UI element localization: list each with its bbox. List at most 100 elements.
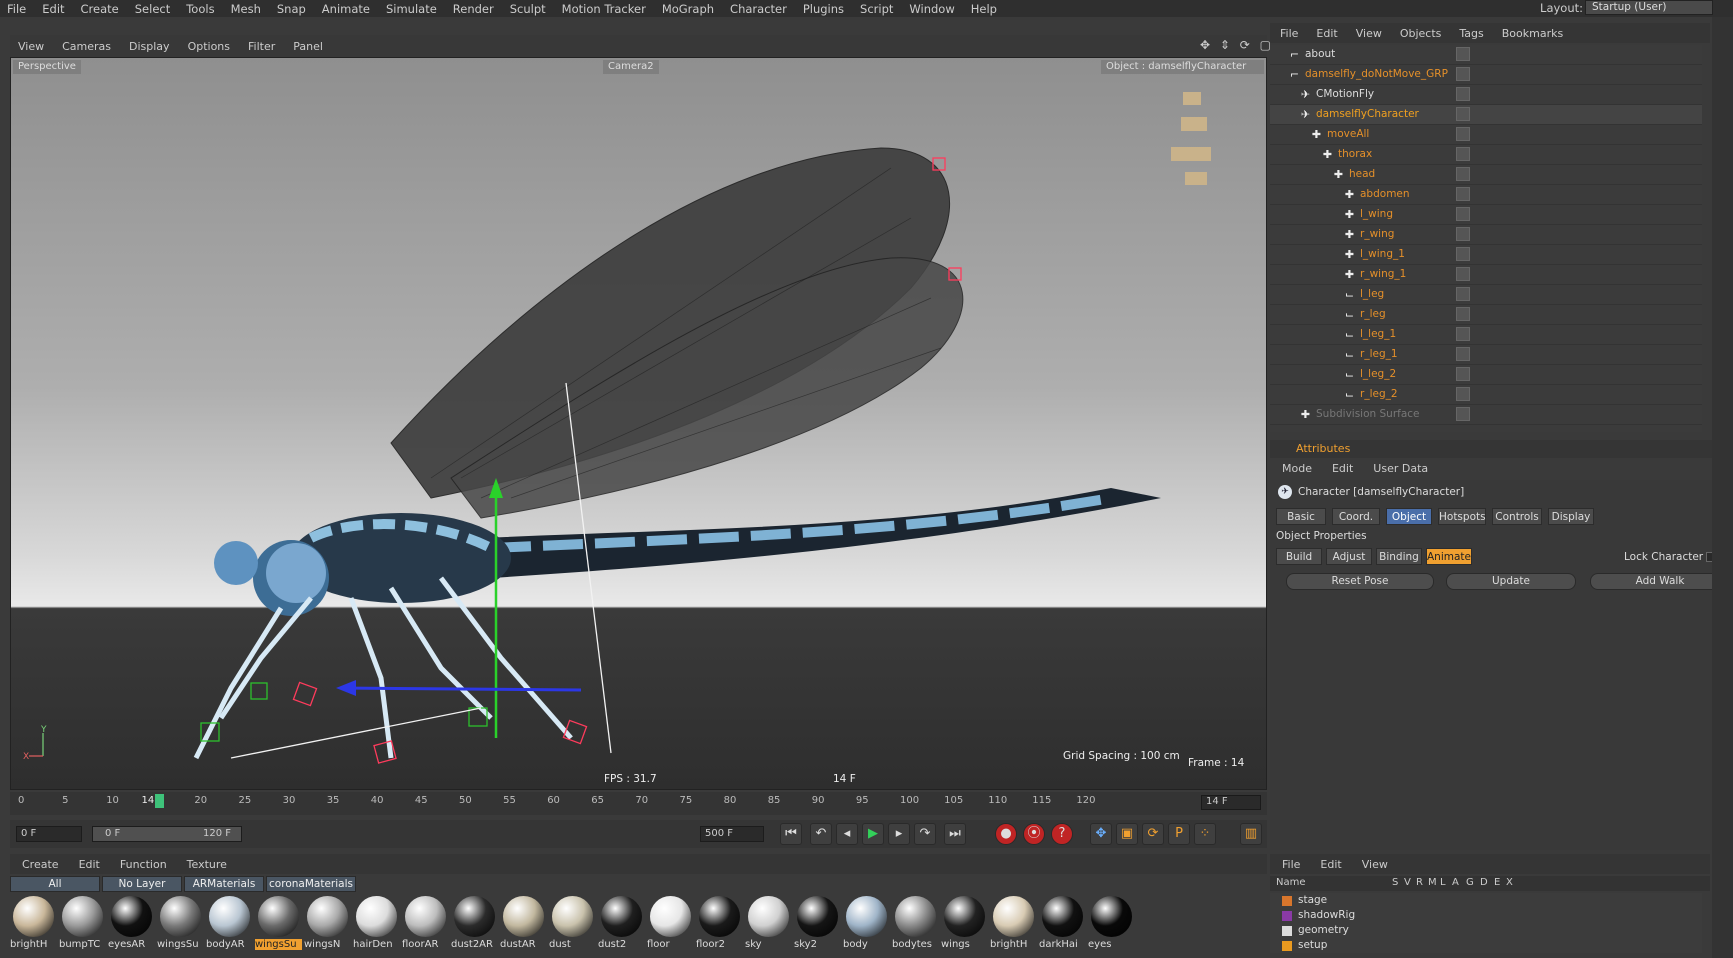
- material-menu-function[interactable]: Function: [108, 858, 175, 871]
- move-key-icon[interactable]: ✥: [1090, 823, 1112, 845]
- keyframe-selection-button[interactable]: ?: [1051, 823, 1073, 845]
- attributes-menu-edit[interactable]: Edit: [1320, 462, 1361, 475]
- step-forward-button[interactable]: ▸: [888, 823, 910, 845]
- material-tab-1[interactable]: No Layer: [102, 876, 182, 892]
- object-row[interactable]: ✚ r_wing: [1270, 225, 1702, 245]
- attr-tab-display[interactable]: Display: [1548, 508, 1594, 525]
- layer-menu-edit[interactable]: Edit: [1308, 858, 1349, 871]
- material-swatch[interactable]: dust2AR: [451, 893, 498, 958]
- material-swatch[interactable]: darkHai: [1039, 893, 1086, 958]
- object-row[interactable]: ⌙ r_leg_1: [1270, 345, 1702, 365]
- object-row[interactable]: ⌙ l_leg_2: [1270, 365, 1702, 385]
- visibility-toggle[interactable]: [1456, 107, 1470, 121]
- object-row[interactable]: ✚ l_wing_1: [1270, 245, 1702, 265]
- material-swatch[interactable]: body: [843, 893, 890, 958]
- menu-edit[interactable]: Edit: [35, 2, 73, 16]
- viewport[interactable]: Y X Perspective Camera2 Object : damself…: [10, 57, 1267, 790]
- viewport-menu-options[interactable]: Options: [180, 40, 240, 53]
- next-key-button[interactable]: ↷: [914, 823, 936, 845]
- menu-motion-tracker[interactable]: Motion Tracker: [555, 2, 655, 16]
- object-row[interactable]: ⌙ l_leg: [1270, 285, 1702, 305]
- layer-row[interactable]: shadowRig: [1270, 908, 1702, 923]
- menu-help[interactable]: Help: [964, 2, 1006, 16]
- visibility-toggle[interactable]: [1456, 387, 1470, 401]
- go-end-button[interactable]: ⏭: [944, 823, 966, 845]
- pla-key-icon[interactable]: ⁘: [1194, 823, 1216, 845]
- viewport-menu-display[interactable]: Display: [121, 40, 180, 53]
- material-swatch[interactable]: wings: [941, 893, 988, 958]
- material-swatch[interactable]: floorAR: [402, 893, 449, 958]
- viewport-menu-view[interactable]: View: [10, 40, 54, 53]
- visibility-toggle[interactable]: [1456, 247, 1470, 261]
- material-swatch[interactable]: floor: [647, 893, 694, 958]
- material-tab-2[interactable]: ARMaterials: [184, 876, 264, 892]
- menu-select[interactable]: Select: [128, 2, 179, 16]
- reset-pose-button[interactable]: Reset Pose: [1286, 573, 1434, 590]
- menu-simulate[interactable]: Simulate: [379, 2, 446, 16]
- layer-menu-file[interactable]: File: [1270, 858, 1308, 871]
- visibility-toggle[interactable]: [1456, 187, 1470, 201]
- object-row[interactable]: ⌙ r_leg_2: [1270, 385, 1702, 405]
- attr-tab-controls[interactable]: Controls: [1492, 508, 1542, 525]
- record-button[interactable]: ●: [995, 823, 1017, 845]
- object-menu-file[interactable]: File: [1270, 27, 1306, 40]
- material-swatch[interactable]: bodytes: [892, 893, 939, 958]
- viewport-nav-icons[interactable]: ✥ ⇕ ⟳ ▢: [1200, 38, 1274, 52]
- material-swatch[interactable]: wingsN: [304, 893, 351, 958]
- material-swatch[interactable]: wingsSu: [157, 893, 204, 958]
- material-swatch[interactable]: floor2: [696, 893, 743, 958]
- autokey-button[interactable]: ⦿: [1023, 823, 1045, 845]
- object-menu-edit[interactable]: Edit: [1306, 27, 1345, 40]
- add-walk-button[interactable]: Add Walk: [1590, 573, 1730, 590]
- object-row[interactable]: ✈ CMotionFly: [1270, 85, 1702, 105]
- scale-key-icon[interactable]: ▣: [1116, 823, 1138, 845]
- visibility-toggle[interactable]: [1456, 347, 1470, 361]
- step-back-button[interactable]: ◂: [836, 823, 858, 845]
- layer-row[interactable]: stage: [1270, 893, 1702, 908]
- menu-render[interactable]: Render: [446, 2, 503, 16]
- attr-tab-object[interactable]: Object: [1386, 508, 1432, 525]
- attr-subtab-animate[interactable]: Animate: [1426, 548, 1472, 565]
- material-menu-texture[interactable]: Texture: [175, 858, 235, 871]
- object-menu-view[interactable]: View: [1346, 27, 1390, 40]
- timeline-ruler[interactable]: 14 F 0 5 10 14 20 25 30 35 40 45 50 55 60 65 70 75 80 85 9…: [10, 792, 1267, 815]
- menu-plugins[interactable]: Plugins: [796, 2, 853, 16]
- object-row[interactable]: ⌙ l_leg_1: [1270, 325, 1702, 345]
- menu-script[interactable]: Script: [853, 2, 902, 16]
- material-swatch[interactable]: dustAR: [500, 893, 547, 958]
- object-row[interactable]: ✚ r_wing_1: [1270, 265, 1702, 285]
- timeline-window-icon[interactable]: ▥: [1240, 823, 1262, 845]
- visibility-toggle[interactable]: [1456, 87, 1470, 101]
- object-row[interactable]: ✚ l_wing: [1270, 205, 1702, 225]
- material-swatch[interactable]: hairDen: [353, 893, 400, 958]
- material-swatch[interactable]: sky: [745, 893, 792, 958]
- visibility-toggle[interactable]: [1456, 207, 1470, 221]
- visibility-toggle[interactable]: [1456, 227, 1470, 241]
- attributes-menu-user-data[interactable]: User Data: [1361, 462, 1436, 475]
- material-swatch[interactable]: eyesAR: [108, 893, 155, 958]
- menu-window[interactable]: Window: [902, 2, 963, 16]
- menu-create[interactable]: Create: [74, 2, 128, 16]
- attr-subtab-build[interactable]: Build: [1276, 548, 1322, 565]
- attr-tab-coord[interactable]: Coord.: [1332, 508, 1380, 525]
- object-row[interactable]: ⌐ about: [1270, 45, 1702, 65]
- object-menu-bookmarks[interactable]: Bookmarks: [1492, 27, 1571, 40]
- object-row[interactable]: ⌙ r_leg: [1270, 305, 1702, 325]
- visibility-toggle[interactable]: [1456, 127, 1470, 141]
- param-key-icon[interactable]: P: [1168, 823, 1190, 845]
- menu-character[interactable]: Character: [723, 2, 796, 16]
- material-swatch[interactable]: bumpTC: [59, 893, 106, 958]
- menu-mesh[interactable]: Mesh: [224, 2, 270, 16]
- attr-tab-basic[interactable]: Basic: [1276, 508, 1326, 525]
- material-tab-0[interactable]: All: [10, 876, 100, 892]
- material-menu-create[interactable]: Create: [10, 858, 67, 871]
- object-row[interactable]: ✚ thorax: [1270, 145, 1702, 165]
- visibility-toggle[interactable]: [1456, 147, 1470, 161]
- layout-select[interactable]: Startup (User): [1585, 0, 1713, 15]
- attr-tab-hotspots[interactable]: Hotspots: [1438, 508, 1486, 525]
- menu-animate[interactable]: Animate: [315, 2, 379, 16]
- prev-key-button[interactable]: ↶: [810, 823, 832, 845]
- viewport-menu-cameras[interactable]: Cameras: [54, 40, 121, 53]
- attr-subtab-binding[interactable]: Binding: [1376, 548, 1422, 565]
- layer-row[interactable]: geometry: [1270, 923, 1702, 938]
